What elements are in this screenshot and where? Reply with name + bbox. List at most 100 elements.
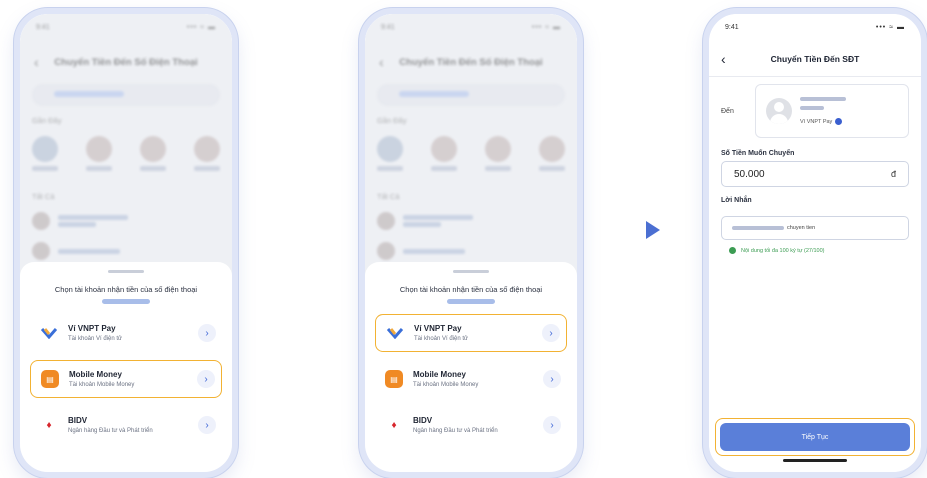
page-title: Chuyển Tiền Đến Số Điện Thoại [399, 56, 543, 68]
avatar [377, 242, 395, 260]
option-mobile-money[interactable]: ▤ Mobile Money Tài khoản Mobile Money › [30, 360, 222, 398]
vnpt-badge-icon [835, 118, 843, 125]
sheet-grabber[interactable] [453, 270, 489, 273]
contact-name [485, 166, 511, 171]
avatar [32, 136, 58, 162]
account-bottom-sheet: Chọn tài khoản nhận tiền của số điện tho… [365, 262, 577, 472]
option-name: Ví VNPT Pay [68, 324, 116, 333]
search-input[interactable] [32, 84, 220, 106]
recent-contact[interactable] [140, 136, 166, 171]
search-input[interactable] [377, 84, 565, 106]
status-time: 9:41 [36, 24, 50, 31]
avatar [377, 212, 395, 230]
recent-contact[interactable] [32, 136, 58, 171]
recent-contact[interactable] [485, 136, 511, 171]
status-icons: ••• ≈ ▬ [531, 24, 561, 31]
mobile-money-logo-icon: ▤ [41, 370, 59, 388]
amount-input[interactable]: 50.000 đ [721, 161, 909, 187]
message-masked [732, 226, 784, 230]
to-label: Đến [721, 108, 734, 115]
all-label: Tất Cả [377, 192, 400, 201]
contact-name [539, 166, 565, 171]
amount-value: 50.000 [734, 168, 765, 180]
recent-contact[interactable] [377, 136, 403, 171]
recent-label: Gần Đây [32, 116, 62, 125]
status-icons: ••• ≈ ▬ [875, 24, 905, 31]
currency-symbol: đ [890, 169, 896, 179]
side-button [359, 84, 362, 112]
option-name: Ví VNPT Pay [414, 324, 462, 333]
recent-label: Gần Đây [377, 116, 407, 125]
account-bottom-sheet: Chọn tài khoản nhận tiền của số điện tho… [20, 262, 232, 472]
header-divider [709, 76, 921, 77]
message-text: chuyen tien [787, 225, 816, 231]
list-item[interactable] [32, 242, 220, 260]
avatar [194, 136, 220, 162]
back-icon[interactable]: ‹ [34, 54, 39, 70]
sheet-title: Chọn tài khoản nhận tiền của số điện tho… [399, 285, 543, 294]
option-bidv[interactable]: ♦ BIDV Ngân hàng Đầu tư và Phát triển › [375, 406, 567, 444]
header: ‹ Chuyển Tiền Đến SĐT [709, 48, 921, 70]
chevron-right-icon: › [198, 416, 216, 434]
next-button[interactable]: Tiếp Tục [720, 423, 910, 451]
screen-select-account-2: 9:41 ••• ≈ ▬ ‹ Chuyển Tiền Đến Số Điện T… [365, 14, 577, 472]
status-bar: 9:41 ••• ≈ ▬ [36, 24, 216, 31]
recent-contact[interactable] [539, 136, 565, 171]
contact-name [32, 166, 58, 171]
search-placeholder [54, 91, 124, 97]
option-vnpt-pay[interactable]: Ví VNPT Pay Tài khoản Ví điện tử › [30, 314, 222, 352]
list-item[interactable] [32, 212, 220, 230]
page-title: Chuyển Tiền Đến SĐT [770, 54, 860, 64]
message-label: Lời Nhắn [721, 197, 752, 204]
search-placeholder [399, 91, 469, 97]
back-icon[interactable]: ‹ [379, 54, 384, 70]
recipient-phone-masked [800, 106, 824, 110]
home-indicator[interactable] [783, 459, 847, 462]
screen-transfer-form: 9:41 ••• ≈ ▬ ‹ Chuyển Tiền Đến SĐT Đến V… [709, 14, 921, 472]
mobile-money-logo-icon: ▤ [385, 370, 403, 388]
chevron-right-icon: › [198, 324, 216, 342]
phone-frame-3: 9:41 ••• ≈ ▬ ‹ Chuyển Tiền Đến SĐT Đến V… [703, 8, 927, 478]
phone-frame-1: 9:41 ••• ≈ ▬ ‹ Chuyển Tiền Đến Số Điện T… [14, 8, 238, 478]
option-sub: Ngân hàng Đầu tư và Phát triển [413, 428, 498, 434]
phone-number-masked [102, 299, 150, 304]
message-hint: Nội dung tối đa 100 ký tự (27/100) [729, 247, 824, 254]
message-input[interactable]: chuyen tien [721, 216, 909, 240]
back-icon[interactable]: ‹ [721, 51, 726, 67]
contact-name [431, 166, 457, 171]
avatar [86, 136, 112, 162]
recent-contact[interactable] [431, 136, 457, 171]
chevron-right-icon: › [543, 416, 561, 434]
chevron-right-icon: › [542, 324, 560, 342]
status-time: 9:41 [725, 24, 739, 31]
recent-contact[interactable] [86, 136, 112, 171]
recent-contacts [32, 136, 220, 171]
screen-select-account-1: 9:41 ••• ≈ ▬ ‹ Chuyển Tiền Đến Số Điện T… [20, 14, 232, 472]
option-bidv[interactable]: ♦ BIDV Ngân hàng Đầu tư và Phát triển › [30, 406, 222, 444]
option-sub: Ngân hàng Đầu tư và Phát triển [68, 428, 153, 434]
avatar [32, 212, 50, 230]
option-mobile-money[interactable]: ▤ Mobile Money Tài khoản Mobile Money › [375, 360, 567, 398]
avatar [766, 98, 792, 124]
side-button [14, 84, 17, 112]
contact-name [140, 166, 166, 171]
avatar [377, 136, 403, 162]
sheet-grabber[interactable] [108, 270, 144, 273]
option-sub: Tài khoản Ví điện tử [414, 336, 469, 342]
avatar [32, 242, 50, 260]
avatar [140, 136, 166, 162]
option-name: BIDV [413, 416, 433, 425]
recent-contact[interactable] [194, 136, 220, 171]
recipient-wallet: Ví VNPT Pay [800, 118, 843, 125]
option-name: Mobile Money [413, 370, 466, 379]
avatar [539, 136, 565, 162]
contact-name [86, 166, 112, 171]
recipient-card[interactable]: Ví VNPT Pay [755, 84, 909, 138]
recent-contacts [377, 136, 565, 171]
list-item[interactable] [377, 212, 565, 230]
status-bar: 9:41 ••• ≈ ▬ [381, 24, 561, 31]
next-button-highlight: Tiếp Tục [715, 418, 915, 456]
vnpt-pay-logo-icon [40, 324, 58, 342]
option-vnpt-pay[interactable]: Ví VNPT Pay Tài khoản Ví điện tử › [375, 314, 567, 352]
list-item[interactable] [377, 242, 565, 260]
